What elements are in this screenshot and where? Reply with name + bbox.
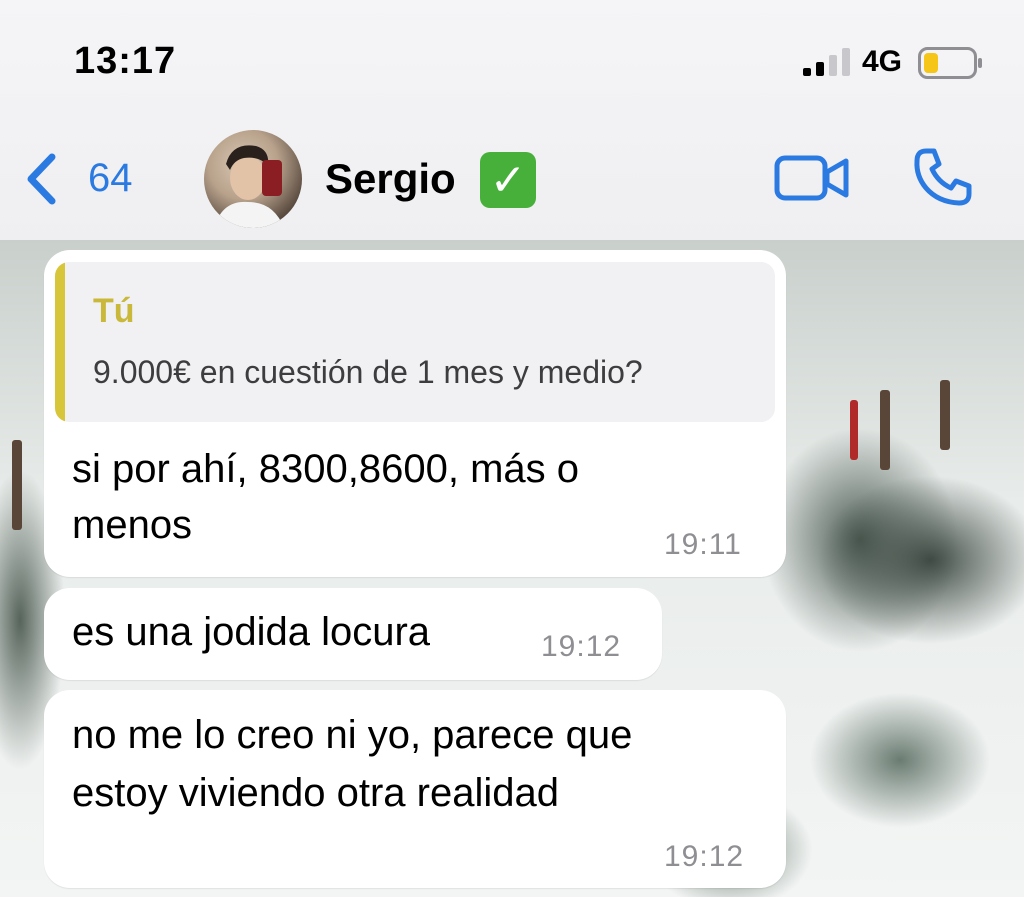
message-text-line: es una jodida locura [72,610,431,654]
quote-text: 9.000€ en cuestión de 1 mes y medio? [93,354,643,390]
message-text-line: no me lo creo ni yo, parece que [72,713,633,757]
quoted-message[interactable]: Tú 9.000€ en cuestión de 1 mes y medio? [55,262,775,422]
phone-icon[interactable] [912,146,974,208]
avatar-photo [214,145,284,228]
check-mark-emoji-icon: ✓ [480,152,536,208]
back-unread-count[interactable]: 64 [88,156,133,201]
avatar[interactable] [204,130,302,228]
network-type: 4G [862,45,903,78]
message-text-line: estoy viviendo otra realidad [72,771,559,815]
signal-strength-icon [803,48,850,76]
message-text-line: menos [72,503,193,547]
status-time: 13:17 [74,40,177,82]
quote-accent-bar [55,262,65,422]
battery-icon [918,47,982,79]
video-camera-icon[interactable] [774,152,850,204]
message-timestamp: 19:11 [664,528,742,561]
quote-author: Tú [93,292,135,330]
chevron-left-icon[interactable] [24,152,58,206]
message-text-line: si por ahí, 8300,8600, más o [72,447,579,491]
contact-name[interactable]: Sergio [325,155,456,203]
message-timestamp: 19:12 [541,630,622,663]
message-timestamp: 19:12 [664,840,745,873]
